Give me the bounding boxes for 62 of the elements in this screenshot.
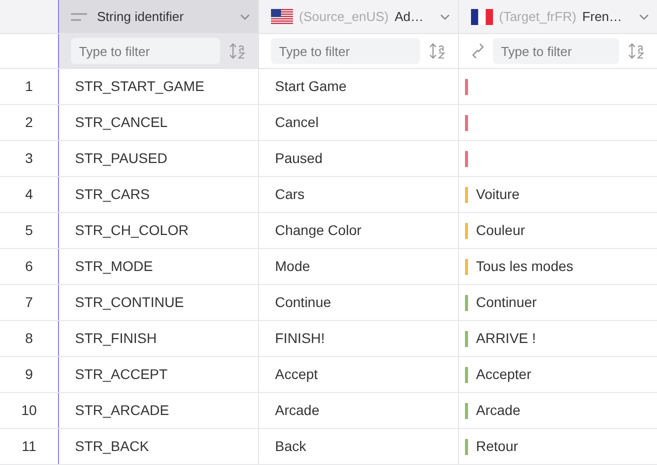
row-number: 8 (25, 329, 33, 348)
row-number: 6 (25, 257, 33, 276)
source-text: Continue (275, 293, 332, 312)
target-text: Tous les modes (476, 257, 574, 276)
string-id: STR_CARS (75, 185, 150, 204)
source-text: Mode (275, 257, 310, 276)
chevron-down-icon (440, 14, 450, 20)
column-header[interactable]: (Target_frFR) Fren… (458, 0, 657, 33)
target-text: Couleur (476, 221, 526, 240)
target-text: Accepter (476, 365, 532, 384)
string-id: STR_CH_COLOR (75, 221, 189, 240)
column-title: String identifier (97, 8, 184, 26)
row-number: 2 (25, 113, 33, 132)
column-title: Fren… (582, 8, 622, 26)
column-header[interactable]: String identifier (58, 0, 258, 33)
row-number: 5 (25, 221, 33, 240)
flag-icon (271, 8, 293, 24)
sort-icon[interactable] (228, 43, 246, 59)
string-id: STR_CONTINUE (75, 293, 184, 312)
string-id: STR_START_GAME (75, 77, 204, 96)
target-text: Continuer (476, 293, 537, 312)
sort-icon[interactable] (627, 43, 645, 59)
flag-icon (471, 8, 493, 24)
target-text: Voiture (476, 185, 520, 204)
column-title: Ad… (394, 8, 424, 26)
row-number: 11 (22, 437, 36, 456)
source-text: Accept (275, 365, 318, 384)
link-icon[interactable] (471, 42, 485, 60)
string-id: STR_PAUSED (75, 149, 168, 168)
target-text: ARRIVE ! (476, 329, 536, 348)
row-number: 10 (21, 401, 37, 420)
column-header[interactable]: (Source_enUS) Ad… (258, 0, 458, 33)
column-source: (Source_enUS) (299, 8, 389, 26)
string-id: STR_BACK (75, 437, 149, 456)
source-text: Back (275, 437, 306, 456)
string-id: STR_ARCADE (75, 401, 170, 420)
source-text: Start Game (275, 77, 347, 96)
row-number: 7 (25, 293, 33, 312)
row-number: 9 (25, 365, 33, 384)
string-id: STR_CANCEL (75, 113, 168, 132)
row-number: 3 (25, 149, 33, 168)
filter-field[interactable]: Type to filter (493, 38, 619, 64)
row-number: 1 (25, 77, 33, 96)
drag-handle-icon[interactable] (71, 12, 87, 20)
source-text: FINISH! (275, 329, 325, 348)
string-id: STR_FINISH (75, 329, 157, 348)
row-number: 4 (25, 185, 33, 204)
source-text: Arcade (275, 401, 320, 420)
filter-field[interactable]: Type to filter (71, 38, 220, 64)
chevron-down-icon (639, 14, 649, 20)
target-text: Retour (476, 437, 518, 456)
string-id: STR_MODE (75, 257, 153, 276)
target-text: Arcade (476, 401, 520, 420)
source-text: Paused (275, 149, 322, 168)
sort-icon[interactable] (428, 43, 446, 59)
column-source: (Target_frFR) (499, 8, 576, 26)
chevron-down-icon (240, 14, 250, 20)
source-text: Cars (275, 185, 305, 204)
source-text: Cancel (275, 113, 319, 132)
source-text: Change Color (275, 221, 362, 240)
string-id: STR_ACCEPT (75, 365, 168, 384)
filter-field[interactable]: Type to filter (271, 38, 420, 64)
